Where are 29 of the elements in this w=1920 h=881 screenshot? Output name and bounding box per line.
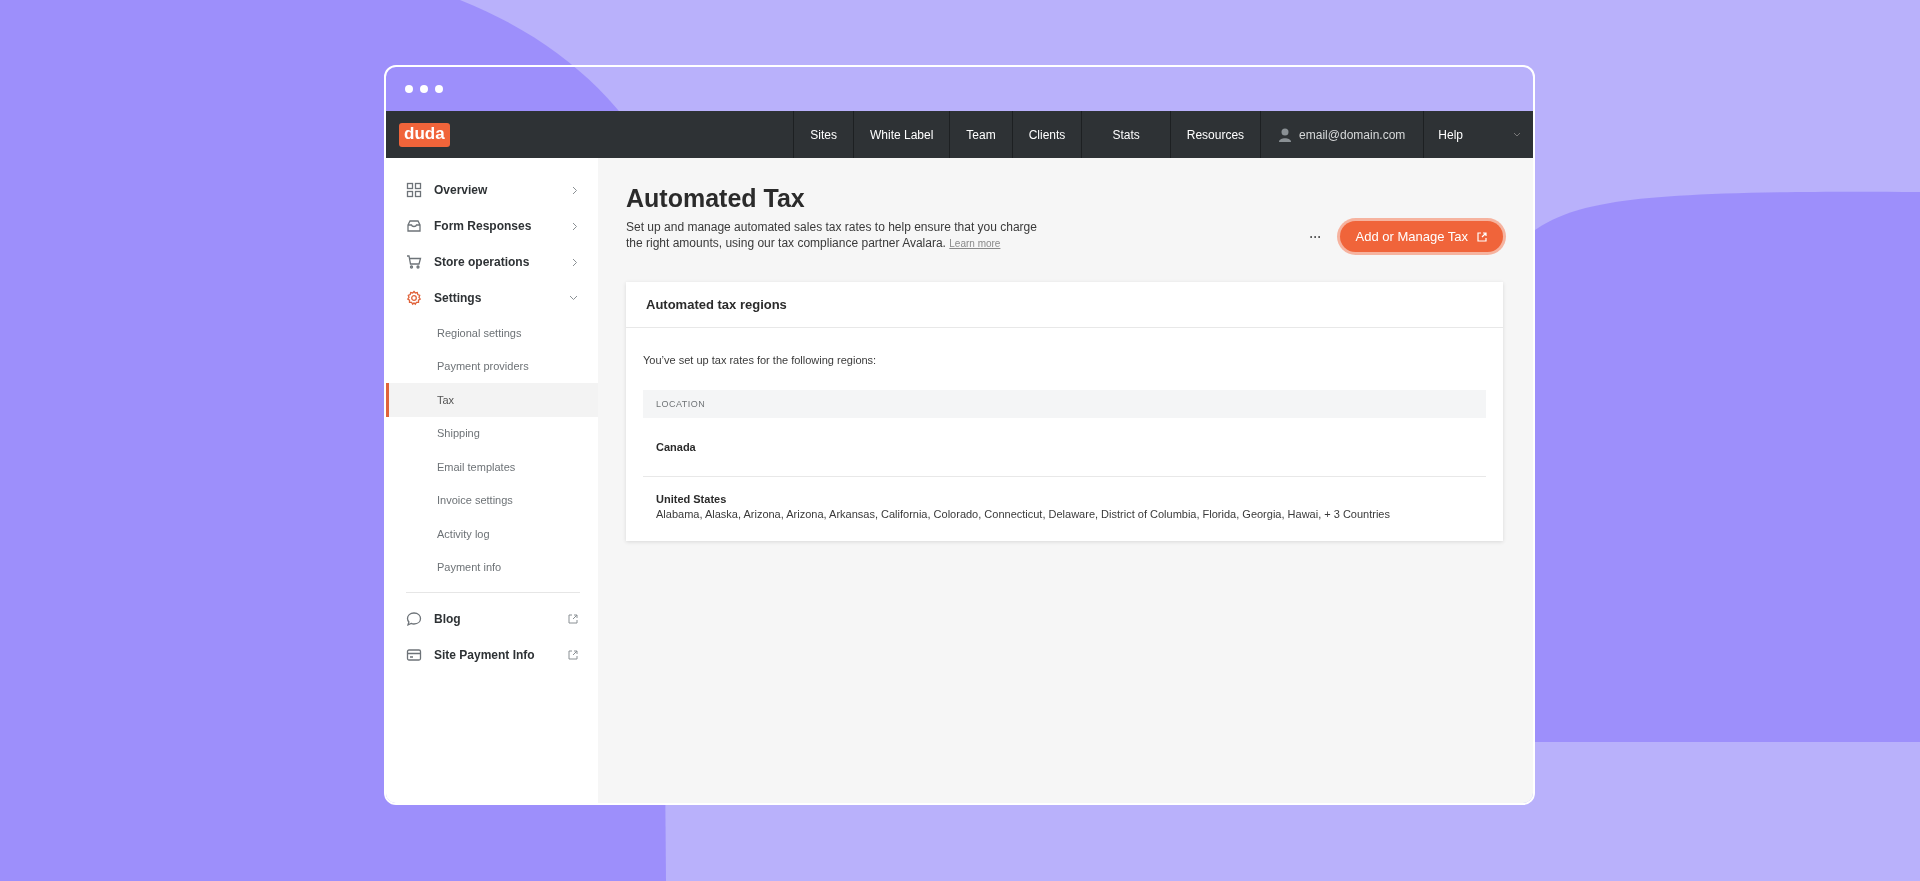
column-header: LOCATION <box>656 399 706 409</box>
sidebar-subitem[interactable]: Activity log <box>386 517 598 551</box>
sidebar-item[interactable]: Site Payment Info <box>386 637 598 673</box>
sidebar-subitem[interactable]: Regional settings <box>386 316 598 350</box>
page-title: Automated Tax <box>626 184 806 213</box>
sidebar-item[interactable]: Settings <box>386 280 598 316</box>
sidebar-subitem[interactable]: Tax <box>386 383 598 417</box>
location-name: United States <box>656 492 728 505</box>
more-button[interactable]: ··· <box>1305 228 1326 246</box>
chevron-down-icon <box>1513 132 1521 137</box>
sidebar-subitem[interactable]: Payment info <box>386 550 598 584</box>
sidebar-subitem[interactable]: Email templates <box>386 450 598 484</box>
sidebar-item[interactable]: Blog <box>386 601 598 637</box>
sidebar-item[interactable]: Form Responses <box>386 208 598 244</box>
sidebar-subitem[interactable]: Shipping <box>386 416 598 450</box>
external-link-icon <box>1477 231 1487 242</box>
sidebar-subitem[interactable]: Invoice settings <box>386 483 598 517</box>
intro-text: You’ve set up tax rates for the following regions: <box>643 354 878 366</box>
sidebar-item[interactable]: Overview <box>386 172 598 208</box>
page-description: Set up and manage automated sales tax rates to help ensure that you charge the right amounts, using our tax compliance partner Avalara. Learn more <box>626 219 1038 252</box>
window-dots-icon <box>404 84 444 94</box>
external-link-icon <box>568 614 578 624</box>
user-icon <box>1279 127 1292 142</box>
sidebar-item[interactable]: Store operations <box>386 244 598 280</box>
sidebar-subitem[interactable]: Payment providers <box>386 349 598 383</box>
external-link-icon <box>568 650 578 660</box>
location-detail: Alabama, Alaska, Arizona, Arizona, Arkansas, California, Colorado, Connecticut, Delaware, District of Columbia, Florida, Georgia, Hawai, + 3 Countries <box>656 507 1390 520</box>
card-title: Automated tax regions <box>626 282 1503 328</box>
location-name: Canada <box>656 441 696 453</box>
